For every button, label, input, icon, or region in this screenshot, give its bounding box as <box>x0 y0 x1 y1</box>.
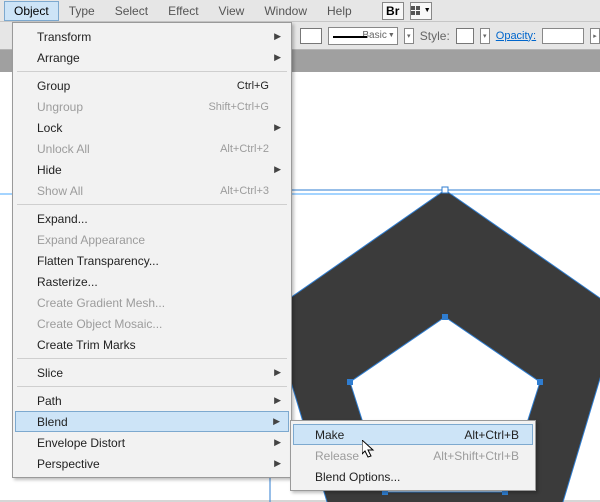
menu-unlock-all: Unlock AllAlt+Ctrl+2 <box>15 138 289 159</box>
submenu-arrow-icon: ▶ <box>274 395 281 406</box>
menu-path[interactable]: Path▶ <box>15 390 289 411</box>
menu-help[interactable]: Help <box>317 1 362 21</box>
menu-group[interactable]: GroupCtrl+G <box>15 75 289 96</box>
menu-type[interactable]: Type <box>59 1 105 21</box>
opacity-label[interactable]: Opacity: <box>496 30 536 42</box>
menu-separator <box>17 71 287 72</box>
menu-show-all: Show AllAlt+Ctrl+3 <box>15 180 289 201</box>
menu-rasterize[interactable]: Rasterize... <box>15 271 289 292</box>
submenu-arrow-icon: ▶ <box>274 437 281 448</box>
menu-expand-appearance: Expand Appearance <box>15 229 289 250</box>
menu-flatten-transparency[interactable]: Flatten Transparency... <box>15 250 289 271</box>
arrange-documents-button[interactable]: ▼ <box>410 2 432 20</box>
submenu-arrow-icon: ▶ <box>274 367 281 378</box>
menu-select[interactable]: Select <box>105 1 158 21</box>
submenu-release: ReleaseAlt+Shift+Ctrl+B <box>293 445 533 466</box>
menu-separator <box>17 386 287 387</box>
menu-lock[interactable]: Lock▶ <box>15 117 289 138</box>
menu-separator <box>17 204 287 205</box>
opacity-field[interactable] <box>542 28 584 44</box>
menu-hide[interactable]: Hide▶ <box>15 159 289 180</box>
menu-separator <box>17 358 287 359</box>
menu-create-object-mosaic: Create Object Mosaic... <box>15 313 289 334</box>
bridge-button[interactable]: Br <box>382 2 404 20</box>
menu-perspective[interactable]: Perspective▶ <box>15 453 289 474</box>
menu-transform[interactable]: Transform▶ <box>15 26 289 47</box>
submenu-arrow-icon: ▶ <box>274 458 281 469</box>
menubar: Object Type Select Effect View Window He… <box>0 0 600 22</box>
submenu-arrow-icon: ▶ <box>274 164 281 175</box>
brush-swatch[interactable] <box>300 28 322 44</box>
menu-blend[interactable]: Blend▶ <box>15 411 289 432</box>
style-label: Style: <box>420 29 450 43</box>
menu-effect[interactable]: Effect <box>158 1 208 21</box>
object-menu: Transform▶ Arrange▶ GroupCtrl+G UngroupS… <box>12 22 292 478</box>
menu-ungroup: UngroupShift+Ctrl+G <box>15 96 289 117</box>
menu-window[interactable]: Window <box>254 1 317 21</box>
chevron-down-icon: ▼ <box>388 32 395 39</box>
style-swatch[interactable] <box>456 28 474 44</box>
submenu-arrow-icon: ▶ <box>273 416 280 427</box>
submenu-arrow-icon: ▶ <box>274 52 281 63</box>
menu-create-trim-marks[interactable]: Create Trim Marks <box>15 334 289 355</box>
brush-basic-label: Basic <box>362 30 386 41</box>
menu-arrange[interactable]: Arrange▶ <box>15 47 289 68</box>
submenu-arrow-icon: ▶ <box>274 31 281 42</box>
submenu-make[interactable]: MakeAlt+Ctrl+B <box>293 424 533 445</box>
submenu-blend-options[interactable]: Blend Options... <box>293 466 533 487</box>
menu-envelope-distort[interactable]: Envelope Distort▶ <box>15 432 289 453</box>
menu-slice[interactable]: Slice▶ <box>15 362 289 383</box>
style-menu-button[interactable]: ▾ <box>480 28 490 44</box>
menu-view[interactable]: View <box>209 1 255 21</box>
grid-icon <box>411 6 423 16</box>
menu-object[interactable]: Object <box>4 1 59 21</box>
submenu-arrow-icon: ▶ <box>274 122 281 133</box>
brush-basic-dropdown[interactable]: Basic ▼ <box>328 27 398 45</box>
brush-menu-button[interactable]: ▾ <box>404 28 414 44</box>
blend-submenu: MakeAlt+Ctrl+B ReleaseAlt+Shift+Ctrl+B B… <box>290 420 536 491</box>
opacity-menu-button[interactable]: ▸ <box>590 28 600 44</box>
menu-create-gradient-mesh: Create Gradient Mesh... <box>15 292 289 313</box>
menu-expand[interactable]: Expand... <box>15 208 289 229</box>
